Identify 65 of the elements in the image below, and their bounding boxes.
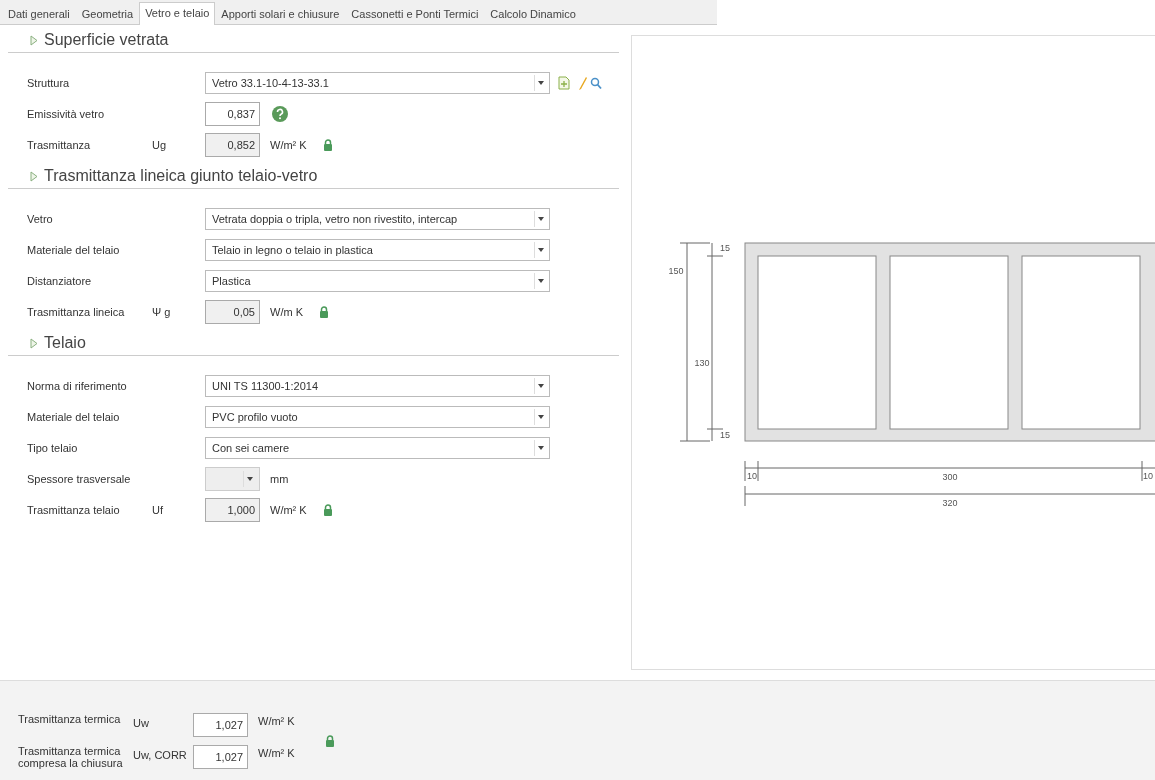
dimension-label: 320 <box>942 498 958 508</box>
dropdown-arrow-icon[interactable] <box>534 409 547 425</box>
field-label: Trasmittanza termica compresa la chiusura <box>18 745 124 769</box>
field-label: Trasmittanza telaio <box>27 504 121 516</box>
field-label: Emissività vetro <box>27 108 106 120</box>
dropdown-arrow-icon[interactable] <box>534 242 547 258</box>
search-icon[interactable] <box>590 76 602 90</box>
unit-label: W/m² K <box>270 139 307 151</box>
symbol-label: Uw <box>133 716 150 729</box>
tab[interactable]: Dati generali <box>2 3 76 24</box>
dimension-label: 15 <box>720 430 730 440</box>
dimension-label: 15 <box>720 243 730 253</box>
dropdown[interactable]: UNI TS 11300-1:2014 <box>205 375 550 397</box>
field-label: Vetro <box>27 213 54 225</box>
dropdown[interactable]: Con sei camere <box>205 437 550 459</box>
dropdown[interactable]: Vetrata doppia o tripla, vetro non rivestito, intercap <box>205 208 550 230</box>
field-label: Struttura <box>27 77 71 89</box>
section-header[interactable]: Trasmittanza lineica giunto telaio-vetro <box>8 167 619 189</box>
dimension-label: 130 <box>694 358 710 368</box>
field-label: Trasmittanza <box>27 139 92 151</box>
dimension-label: 300 <box>942 472 958 482</box>
field-label: Trasmittanza lineica <box>27 306 126 318</box>
symbol-label: Uw, CORR <box>133 748 188 761</box>
dropdown[interactable]: Plastica <box>205 270 550 292</box>
field-label: Materiale del telaio <box>27 244 121 256</box>
readonly-field: 1,000 <box>205 498 260 522</box>
tab[interactable]: Apporti solari e chiusure <box>215 3 346 24</box>
readonly-field: 0,05 <box>205 300 260 324</box>
result-field: 1,027 <box>193 745 248 769</box>
dropdown-arrow-icon[interactable] <box>534 378 547 394</box>
tab[interactable]: Geometria <box>75 3 140 24</box>
dropdown[interactable]: PVC profilo vuoto <box>205 406 550 428</box>
input-field[interactable]: 0,837 <box>205 102 260 126</box>
tab[interactable]: Vetro e telaio <box>139 2 216 25</box>
dropdown-arrow-icon[interactable] <box>534 75 547 91</box>
dropdown[interactable]: Vetro 33.1-10-4-13-33.1 <box>205 72 550 94</box>
tab[interactable]: Cassonetti e Ponti Termici <box>345 3 485 24</box>
dropdown-arrow-icon[interactable] <box>534 273 547 289</box>
field-label: Norma di riferimento <box>27 380 128 392</box>
symbol-label: Uf <box>152 504 164 516</box>
dropdown-arrow-icon[interactable] <box>243 471 256 487</box>
tab[interactable]: Calcolo Dinamico <box>484 3 582 24</box>
field-label: Materiale del telaio <box>27 411 121 423</box>
unit-label: W/m² K <box>258 714 295 727</box>
symbol-label: Ug <box>152 139 168 151</box>
dimension-label: 10 <box>1143 471 1153 481</box>
unit-label: mm <box>270 473 289 485</box>
dropdown[interactable]: Telaio in legno o telaio in plastica <box>205 239 550 261</box>
unit-label: W/m² K <box>270 504 307 516</box>
symbol-label: Ψ g <box>152 306 172 318</box>
dimension-label: 10 <box>747 471 757 481</box>
section-header[interactable]: Superficie vetrata <box>8 31 619 53</box>
dropdown-arrow-icon[interactable] <box>534 440 547 456</box>
dropdown-arrow-icon[interactable] <box>534 211 547 227</box>
field-label: Tipo telaio <box>27 442 79 454</box>
result-field: 1,027 <box>193 713 248 737</box>
section-header[interactable]: Telaio <box>8 334 619 356</box>
readonly-field: 0,852 <box>205 133 260 157</box>
field-label: Trasmittanza termica <box>18 713 122 725</box>
field-label: Distanziatore <box>27 275 93 287</box>
unit-label: W/m K <box>270 306 303 318</box>
dimension-label: 150 <box>668 266 684 276</box>
help-icon[interactable] <box>272 106 288 122</box>
field-label: Spessore trasversale <box>27 473 132 485</box>
unit-label: W/m² K <box>258 746 295 759</box>
